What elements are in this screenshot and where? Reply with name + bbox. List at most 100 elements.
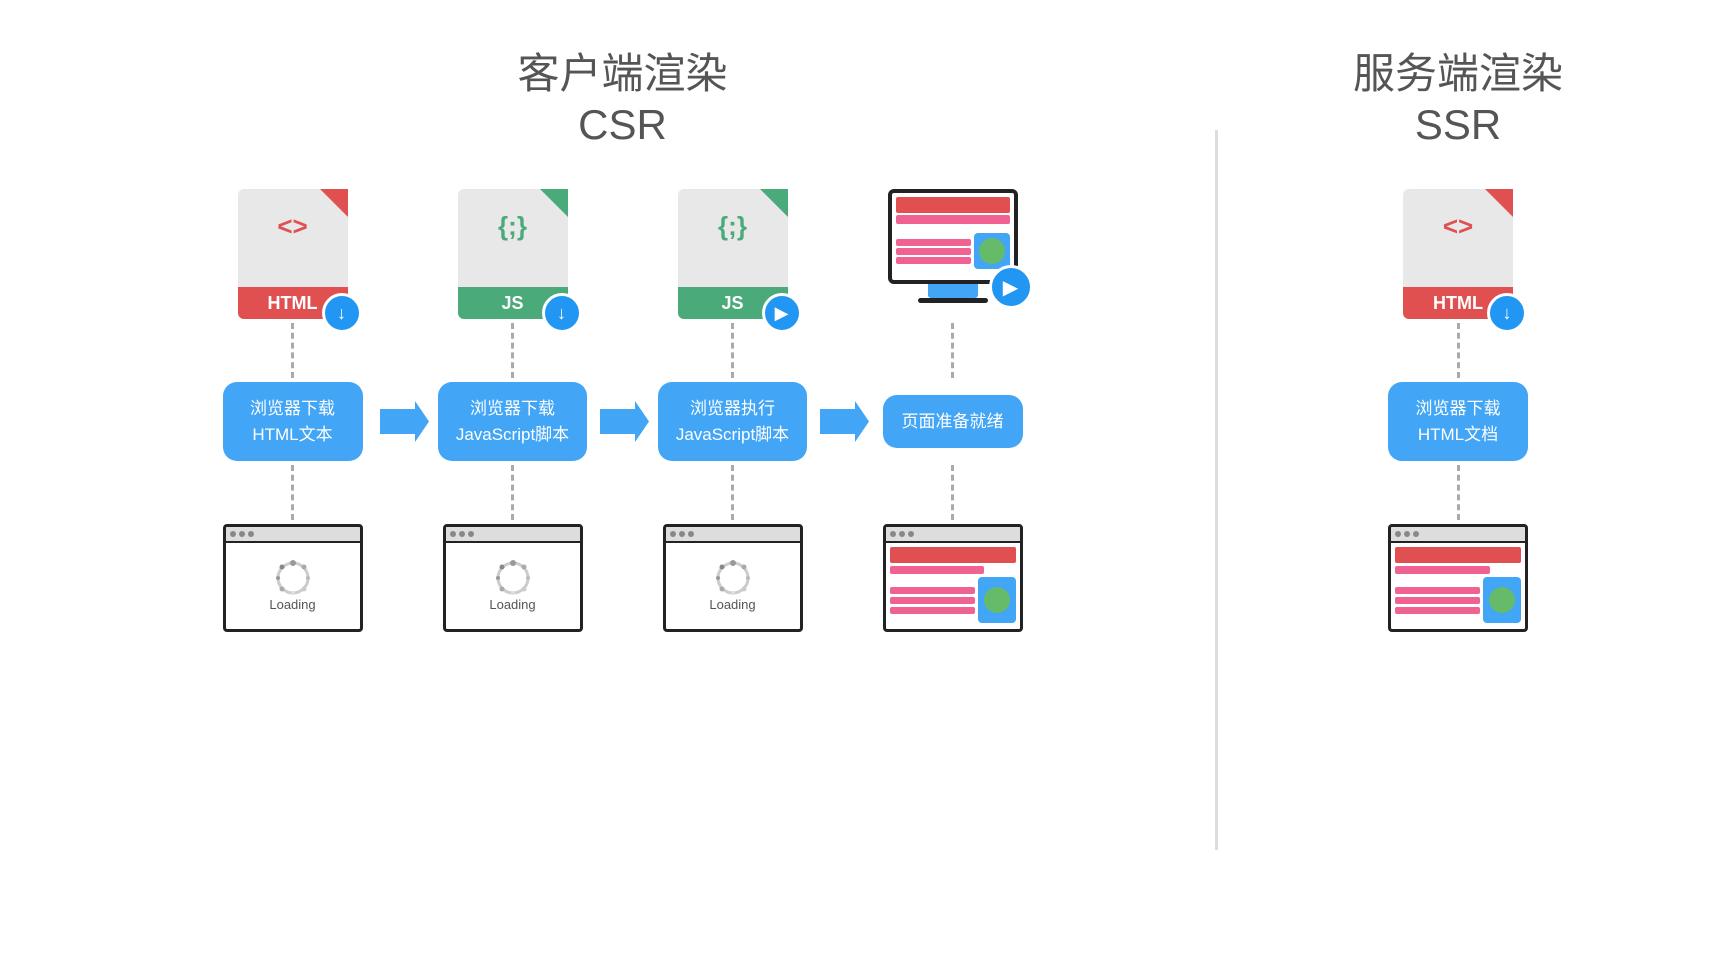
browser-slot-4 [873, 524, 1033, 632]
step-box-2: 浏览器下载JavaScript脚本 [438, 382, 587, 461]
browser-dot [1395, 531, 1401, 537]
file-code: {;} [498, 211, 527, 242]
monitor-content [892, 193, 1014, 280]
arrow-svg-1 [375, 399, 430, 444]
play-badge-1: ▶ [762, 293, 802, 333]
csr-icon-slot-2: {;} JS ↓ [433, 189, 593, 319]
file-corner [760, 189, 788, 217]
ssr-section: 服务端渲染 SSR <> HTML ↓ 浏览器下载HTML文档 [1248, 40, 1668, 940]
step-box-4: 页面准备就绪 [883, 395, 1023, 449]
browser-dot [230, 531, 236, 537]
browser-toolbar-3 [666, 527, 800, 543]
ssr-blue-box [1483, 577, 1521, 623]
csr-steps-row: 浏览器下载HTML文本 浏览器下载JavaScript脚本 浏览器执行JavaS… [60, 382, 1185, 461]
dot-bspacer-1 [373, 461, 433, 524]
csr-title-en: CSR [517, 101, 727, 149]
browser-dot [670, 531, 676, 537]
browser-slot-3: Loading [653, 524, 813, 632]
ssr-title-zh: 服务端渲染 [1353, 40, 1563, 101]
ssr-title: 服务端渲染 SSR [1353, 40, 1563, 149]
browser-dot [890, 531, 896, 537]
ssr-bar-pink [1395, 566, 1490, 574]
csr-icon-slot-1: <> HTML ↓ [213, 189, 373, 319]
dotted-line-2 [511, 323, 514, 378]
ready-circle [984, 587, 1010, 613]
ssr-dotted-line-1 [1457, 323, 1460, 378]
file-corner [1485, 189, 1513, 217]
browser-dot [468, 531, 474, 537]
ssr-lines [1395, 577, 1480, 623]
monitor-main-row [896, 226, 1010, 276]
ssr-dotted-top [1457, 319, 1460, 382]
main-container: 客户端渲染 CSR <> HTML ↓ [0, 0, 1728, 980]
browser-dot [1404, 531, 1410, 537]
ssr-browser-ready [1391, 543, 1525, 627]
dotted-line-3 [731, 323, 734, 378]
file-corner [540, 189, 568, 217]
file-code: {;} [718, 211, 747, 242]
arrow-svg-3 [815, 399, 870, 444]
browser-dot [248, 531, 254, 537]
dot-spacer-3 [813, 319, 873, 382]
dot-bspacer-3 [813, 461, 873, 524]
ready-line1 [890, 587, 975, 594]
browser-slot-1: Loading [213, 524, 373, 632]
arrow-step-3 [813, 399, 873, 444]
step-slot-2: 浏览器下载JavaScript脚本 [433, 382, 593, 461]
browser-1: Loading [223, 524, 363, 632]
monitor-bar-red [896, 197, 1010, 213]
js-file-icon-2: {;} JS ▶ [678, 189, 788, 319]
monitor-bar-pink1 [896, 215, 1010, 224]
ready-line3 [890, 607, 975, 614]
file-corner [320, 189, 348, 217]
browser-ready-4 [886, 543, 1020, 627]
monitor-line3 [896, 257, 971, 264]
ssr-browser-row [1388, 524, 1528, 632]
browser-3: Loading [663, 524, 803, 632]
browser-dot [450, 531, 456, 537]
ssr-line1 [1395, 587, 1480, 594]
ssr-line3 [1395, 607, 1480, 614]
ssr-html-file-icon: <> HTML ↓ [1403, 189, 1513, 319]
arrow-slot-1 [373, 304, 433, 319]
browser-dot [899, 531, 905, 537]
ready-line2 [890, 597, 975, 604]
dot-spacer-2 [593, 319, 653, 382]
arrow-slot-2 [593, 304, 653, 319]
loading-text-1: Loading [269, 597, 315, 612]
monitor-line1 [896, 239, 971, 246]
ssr-dotted-line-2 [1457, 465, 1460, 520]
ssr-step-box: 浏览器下载HTML文档 [1388, 382, 1528, 461]
browser-dot [688, 531, 694, 537]
browser-dot [1413, 531, 1419, 537]
monitor-circle [979, 238, 1005, 264]
monitor-play-badge: ▶ [989, 265, 1033, 309]
monitor-base [918, 298, 988, 303]
csr-icon-slot-4: ▶ [873, 189, 1033, 319]
ssr-browser [1388, 524, 1528, 632]
dot-b4 [873, 461, 1033, 524]
step-slot-1: 浏览器下载HTML文本 [213, 382, 373, 461]
ready-bar-pink1 [890, 566, 985, 574]
dotted-line-b4 [951, 465, 954, 520]
dotted-line-4 [951, 323, 954, 378]
monitor-line2 [896, 248, 971, 255]
dot-bspacer-2 [593, 461, 653, 524]
dot-4 [873, 319, 1033, 382]
step-box-1: 浏览器下载HTML文本 [223, 382, 363, 461]
ssr-title-en: SSR [1353, 101, 1563, 149]
dotted-line-b2 [511, 465, 514, 520]
csr-title-zh: 客户端渲染 [517, 40, 727, 101]
csr-browsers-row: Loading [60, 524, 1185, 632]
loading-spinner-2 [494, 559, 532, 597]
dot-b2 [433, 461, 593, 524]
ssr-bar-red [1395, 547, 1521, 563]
browser-dot [679, 531, 685, 537]
section-divider [1215, 130, 1218, 850]
browser-dot [459, 531, 465, 537]
dotted-line-b3 [731, 465, 734, 520]
browser-dot [239, 531, 245, 537]
dotted-lines-top [60, 319, 1185, 382]
html-file-icon-1: <> HTML ↓ [238, 189, 348, 319]
step-slot-4: 页面准备就绪 [873, 395, 1033, 449]
